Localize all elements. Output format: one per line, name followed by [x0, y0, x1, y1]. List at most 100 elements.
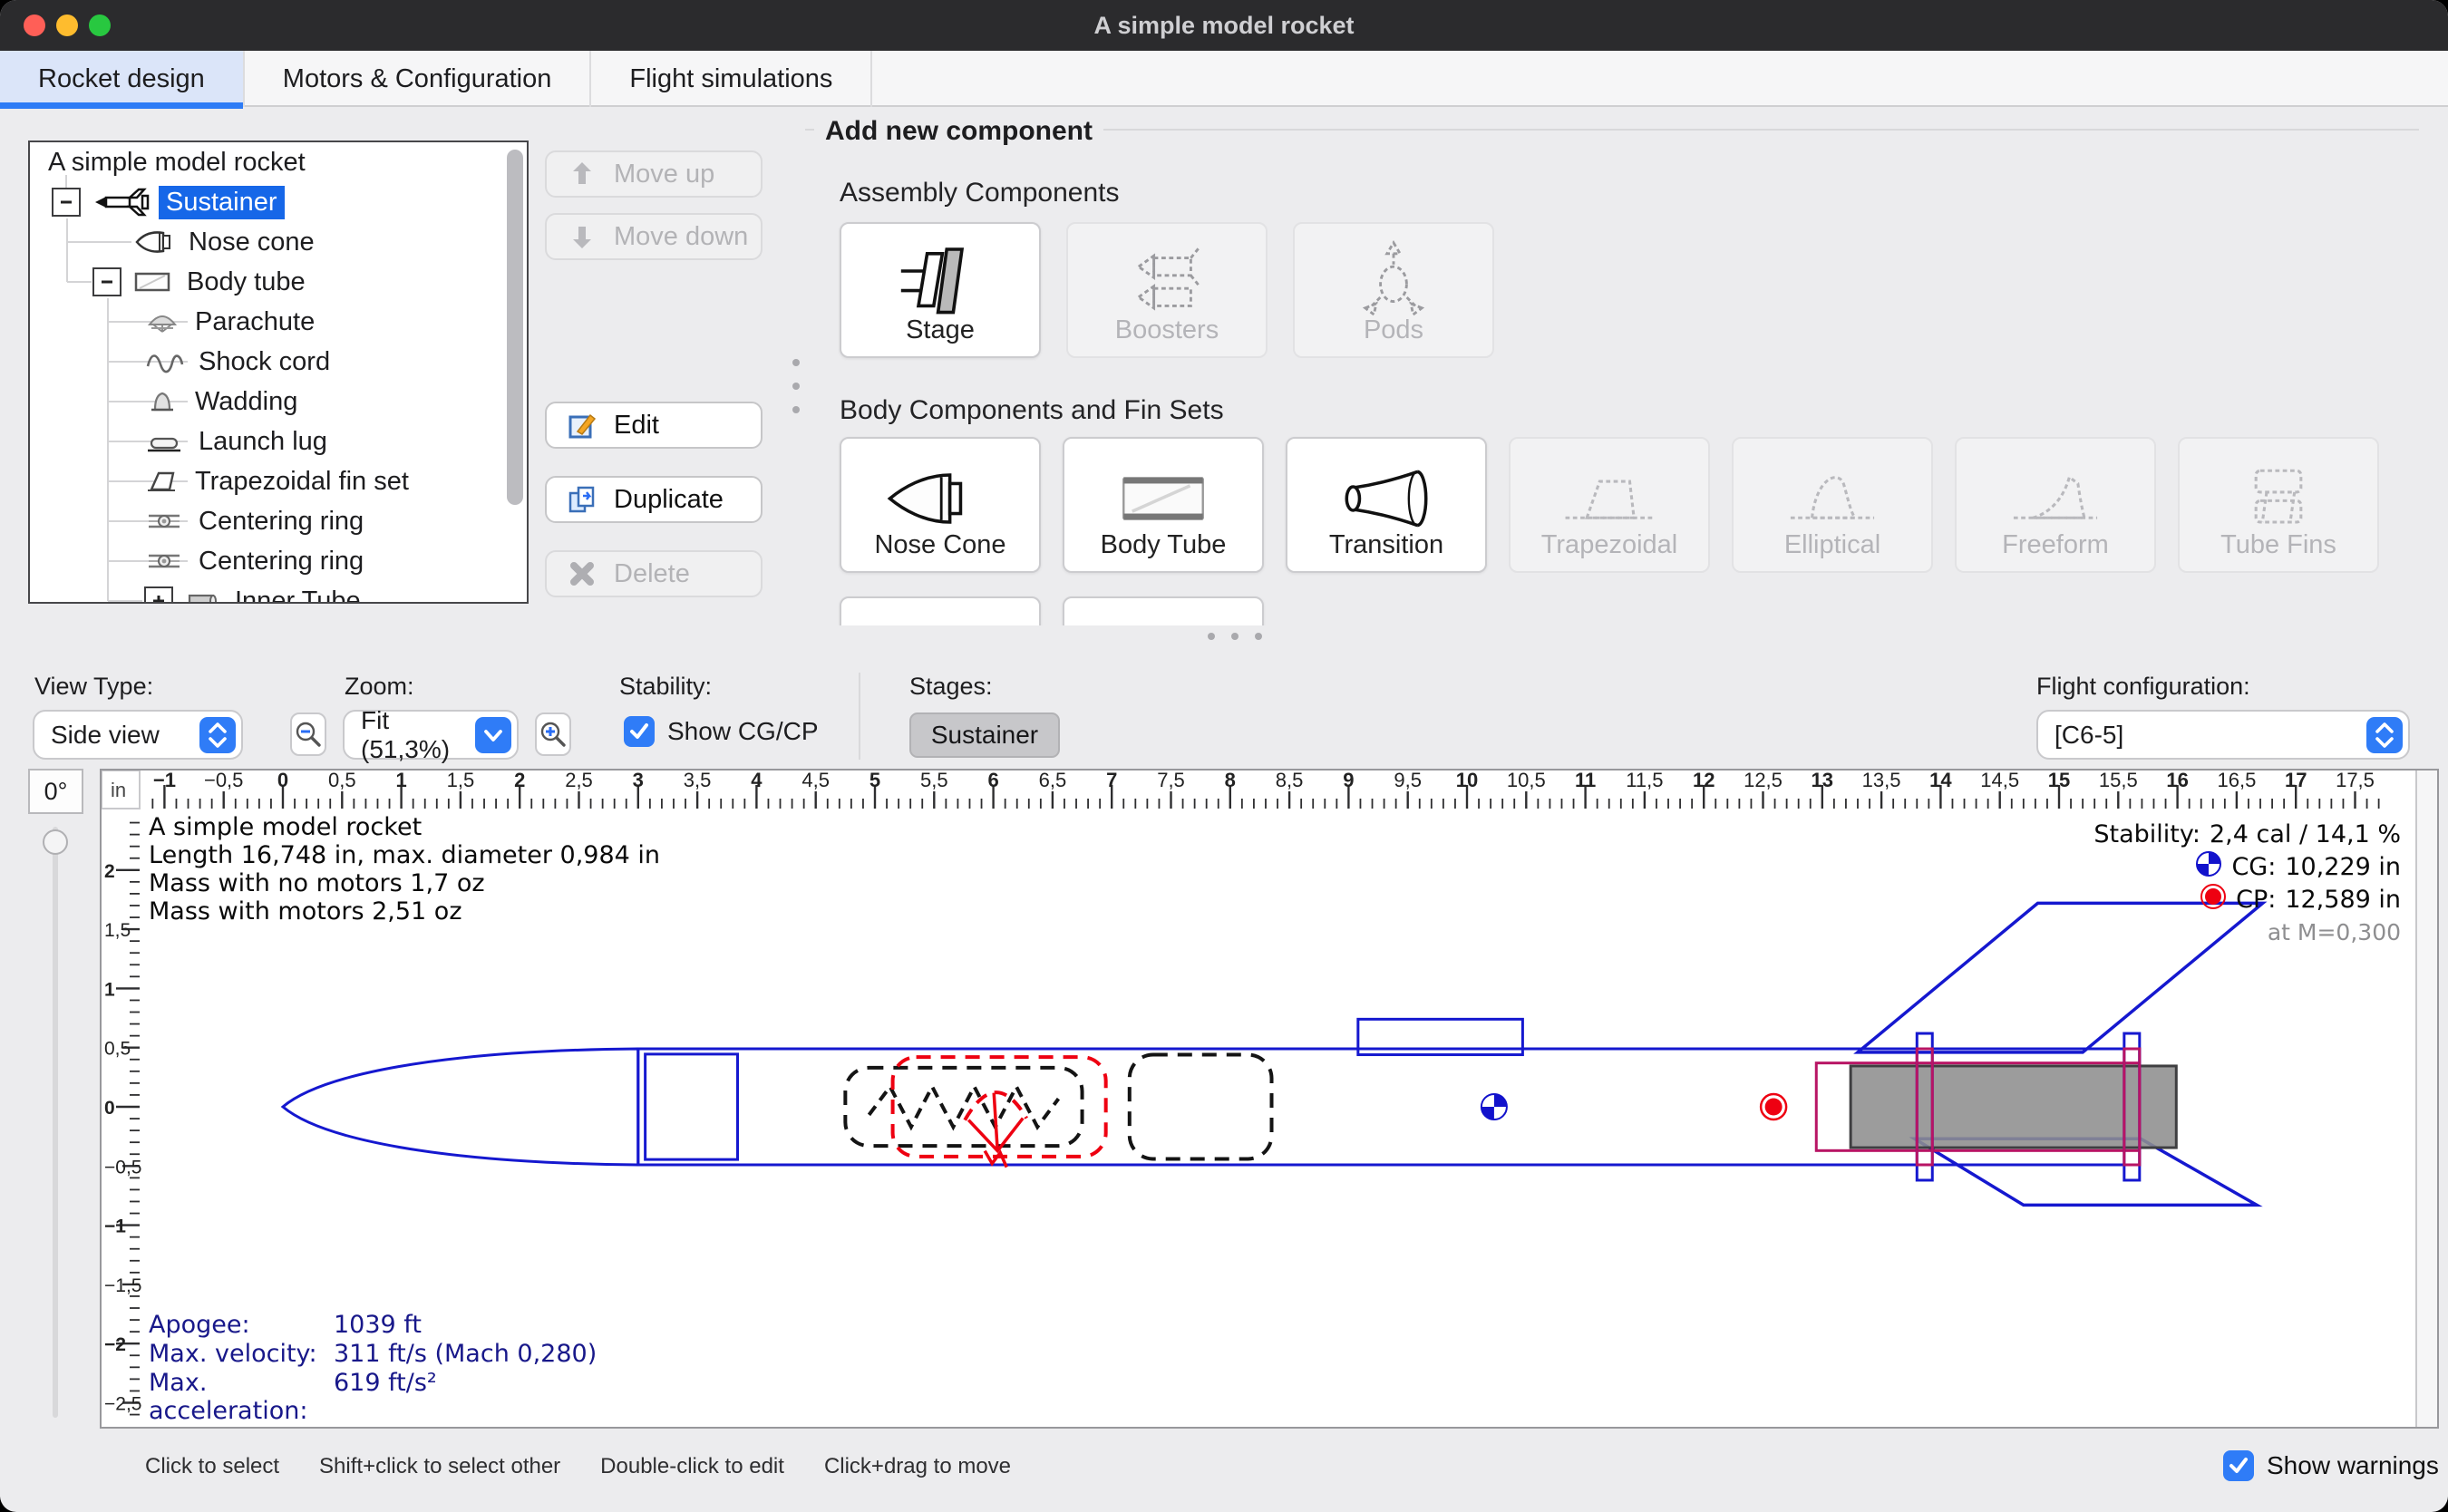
svg-text:0: 0 — [277, 771, 288, 791]
svg-text:10,5: 10,5 — [1507, 771, 1546, 791]
stability-block: Stability:2,4 cal / 14,1 % CG:10,229 in … — [2093, 818, 2401, 948]
tree-item-wadding[interactable]: Wadding — [144, 382, 305, 422]
tree-item-sustainer[interactable]: Sustainer — [52, 182, 285, 222]
svg-text:1,5: 1,5 — [447, 771, 475, 791]
rotation-slider-thumb[interactable] — [43, 829, 68, 855]
add-boosters-card[interactable]: Boosters — [1066, 222, 1268, 358]
tree-item-launch-lug[interactable]: Launch lug — [144, 422, 335, 461]
stages-label: Stages: — [909, 673, 993, 701]
section-label: Body Components and Fin Sets — [840, 395, 1224, 426]
hint-text: Shift+click to select other — [319, 1454, 560, 1479]
tree-item-label: Sustainer — [159, 186, 285, 219]
chevron-updown-icon — [199, 717, 236, 753]
tree-item-centering-ring[interactable]: Centering ring — [144, 501, 371, 541]
flight-config-label: Flight configuration: — [2036, 673, 2250, 701]
rocket-geometry — [283, 903, 2263, 1205]
zoom-value: Fit (51,3%) — [361, 706, 475, 764]
boosters-icon — [1123, 238, 1210, 330]
svg-text:1: 1 — [104, 979, 115, 1000]
add-component-card[interactable] — [840, 596, 1041, 625]
tree-item-nose-cone[interactable]: Nose cone — [92, 222, 322, 262]
zoom-in-button[interactable] — [535, 712, 571, 756]
add-freeform-card[interactable]: Freeform — [1955, 437, 2156, 573]
cg-line: CG:10,229 in — [2093, 850, 2401, 883]
add-tube-fins-card[interactable]: Tube Fins — [2178, 437, 2379, 573]
show-cgcp-checkbox-row[interactable]: Show CG/CP — [624, 716, 819, 747]
tab-motors-configuration[interactable]: Motors & Configuration — [245, 51, 592, 107]
window-title: A simple model rocket — [0, 0, 2448, 51]
edit-button[interactable]: Edit — [545, 402, 763, 449]
svg-text:10: 10 — [1456, 771, 1478, 791]
duplicate-button[interactable]: Duplicate — [545, 476, 763, 523]
expand-icon[interactable] — [144, 586, 173, 604]
svg-text:0,5: 0,5 — [104, 1039, 131, 1060]
svg-text:−2: −2 — [104, 1334, 126, 1355]
bodytube-lg-icon — [1104, 453, 1222, 548]
tree-root-item[interactable]: A simple model rocket — [41, 142, 313, 182]
svg-text:12: 12 — [1693, 771, 1715, 791]
move-up-button[interactable]: Move up — [545, 150, 763, 198]
add-elliptical-card[interactable]: Elliptical — [1732, 437, 1933, 573]
tree-item-trapezoidal-fin-set[interactable]: Trapezoidal fin set — [144, 461, 416, 501]
rocket-view-canvas[interactable]: in−1−0,500,511,522,533,544,555,566,577,5… — [100, 769, 2439, 1429]
svg-text:9: 9 — [1343, 771, 1354, 791]
add-stage-card[interactable]: Stage — [840, 222, 1041, 358]
checkbox-checked-icon[interactable] — [2223, 1450, 2254, 1481]
add-nose-cone-card[interactable]: Nose Cone — [840, 437, 1041, 573]
tree-item-label: Body tube — [180, 266, 313, 299]
zoom-out-button[interactable] — [290, 712, 326, 756]
add-trapezoidal-card[interactable]: Trapezoidal — [1509, 437, 1710, 573]
svg-text:2,5: 2,5 — [565, 771, 593, 791]
zoom-select[interactable]: Fit (51,3%) — [343, 710, 519, 760]
zoom-label: Zoom: — [345, 673, 414, 701]
horizontal-splitter-handle[interactable] — [1208, 633, 1262, 640]
show-warnings-label: Show warnings — [2267, 1451, 2439, 1480]
move-down-button[interactable]: Move down — [545, 213, 763, 260]
add-body-tube-card[interactable]: Body Tube — [1063, 437, 1264, 573]
tree-item-inner-tube[interactable]: Inner Tube — [144, 581, 368, 604]
svg-text:11,5: 11,5 — [1626, 771, 1663, 791]
pods-icon — [1350, 238, 1437, 330]
innertube-icon — [184, 586, 220, 604]
stability-label: Stability: — [619, 673, 712, 701]
tree-item-parachute[interactable]: Parachute — [144, 302, 322, 342]
tree-item-label: Parachute — [188, 305, 322, 339]
add-component-card[interactable] — [1063, 596, 1264, 625]
collapse-icon[interactable] — [52, 188, 81, 217]
arrow-up-icon — [567, 159, 597, 189]
svg-text:−0,5: −0,5 — [104, 1157, 141, 1178]
rotation-slider-track[interactable] — [53, 827, 58, 1418]
svg-text:in: in — [111, 779, 126, 801]
collapse-icon[interactable] — [92, 267, 121, 296]
tab-flight-simulations[interactable]: Flight simulations — [591, 51, 872, 107]
nosecone-icon — [134, 227, 174, 257]
stage-toggle-sustainer[interactable]: Sustainer — [909, 712, 1060, 758]
svg-text:0,5: 0,5 — [328, 771, 356, 791]
tree-scrollbar[interactable] — [507, 150, 523, 505]
tree-item-shock-cord[interactable]: Shock cord — [144, 342, 337, 382]
add-component-title: Add new component — [814, 116, 1103, 147]
add-transition-card[interactable]: Transition — [1286, 437, 1487, 573]
svg-text:7: 7 — [1106, 771, 1117, 791]
tree-item-label: Nose cone — [181, 226, 322, 259]
delete-button[interactable]: Delete — [545, 550, 763, 597]
svg-text:3: 3 — [633, 771, 644, 791]
canvas-scrollbar[interactable] — [2415, 771, 2437, 1427]
tab-rocket-design[interactable]: Rocket design — [0, 51, 245, 107]
flight-config-select[interactable]: [C6-5] — [2036, 710, 2410, 760]
flight-stat-row: Apogee:1039 ft — [149, 1311, 597, 1338]
svg-text:8: 8 — [1225, 771, 1236, 791]
vertical-splitter-handle[interactable] — [792, 359, 800, 413]
chevron-down-icon — [475, 717, 511, 753]
view-type-select[interactable]: Side view — [33, 710, 243, 760]
rocket-info-block: A simple model rocketLength 16,748 in, m… — [149, 814, 660, 926]
add-pods-card[interactable]: Pods — [1293, 222, 1494, 358]
svg-text:5: 5 — [869, 771, 880, 791]
duplicate-icon — [567, 484, 597, 515]
bodytube-icon — [132, 267, 172, 297]
tree-item-centering-ring[interactable]: Centering ring — [144, 541, 371, 581]
tree-item-body-tube[interactable]: Body tube — [92, 262, 313, 302]
checkbox-checked-icon[interactable] — [624, 716, 655, 747]
show-warnings-row[interactable]: Show warnings — [2223, 1450, 2439, 1481]
svg-text:1: 1 — [395, 771, 406, 791]
